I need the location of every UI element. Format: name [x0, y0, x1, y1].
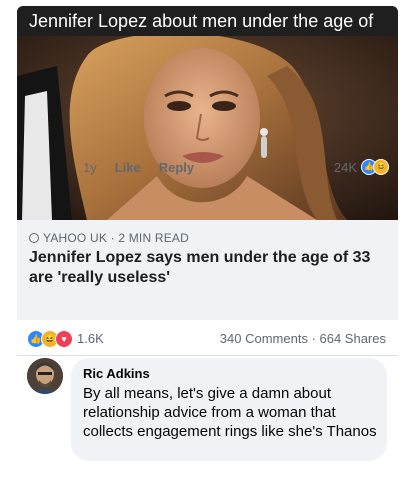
reaction-icons[interactable]: 👍 😆 ♥ [27, 330, 73, 348]
comment: Ric Adkins By all means, let's give a da… [17, 358, 398, 472]
avatar-image [27, 358, 63, 394]
like-button[interactable]: Like [115, 160, 141, 175]
comment-text: By all means, let's give a damn about re… [83, 385, 377, 440]
article-source: YAHOO UK · 2 MIN READ [29, 231, 189, 245]
article-photo-image [17, 36, 398, 220]
comment-actions: 1y Like Reply [83, 160, 194, 175]
comment-reaction-icons: 👍 😆 [361, 159, 389, 175]
comment-author[interactable]: Ric Adkins [83, 366, 150, 381]
globe-icon [29, 233, 39, 243]
reaction-count[interactable]: 1.6K [77, 331, 104, 346]
avatar[interactable] [27, 358, 63, 394]
meme-title: Jennifer Lopez about men under the age o… [17, 6, 398, 61]
post-engagement-bar: 👍 😆 ♥ 1.6K 340 Comments · 664 Shares [17, 320, 398, 356]
comment-bubble: Ric Adkins By all means, let's give a da… [71, 358, 387, 461]
article-headline[interactable]: Jennifer Lopez says men under the age of… [29, 248, 389, 288]
comment-reactions[interactable]: 24K 👍 😆 [333, 159, 389, 175]
facebook-post-card: YAHOO UK · 2 MIN READ Jennifer Lopez say… [17, 36, 398, 472]
comment-age[interactable]: 1y [83, 160, 97, 175]
haha-icon: 😆 [373, 159, 389, 175]
love-icon: ♥ [55, 330, 73, 348]
article-source-label: YAHOO UK · 2 MIN READ [43, 231, 189, 245]
article-photo[interactable] [17, 36, 398, 220]
article-link-preview[interactable]: YAHOO UK · 2 MIN READ Jennifer Lopez say… [17, 220, 398, 320]
comments-shares-count[interactable]: 340 Comments · 664 Shares [220, 331, 386, 346]
reply-button[interactable]: Reply [159, 160, 194, 175]
comment-reaction-count: 24K [333, 159, 357, 175]
